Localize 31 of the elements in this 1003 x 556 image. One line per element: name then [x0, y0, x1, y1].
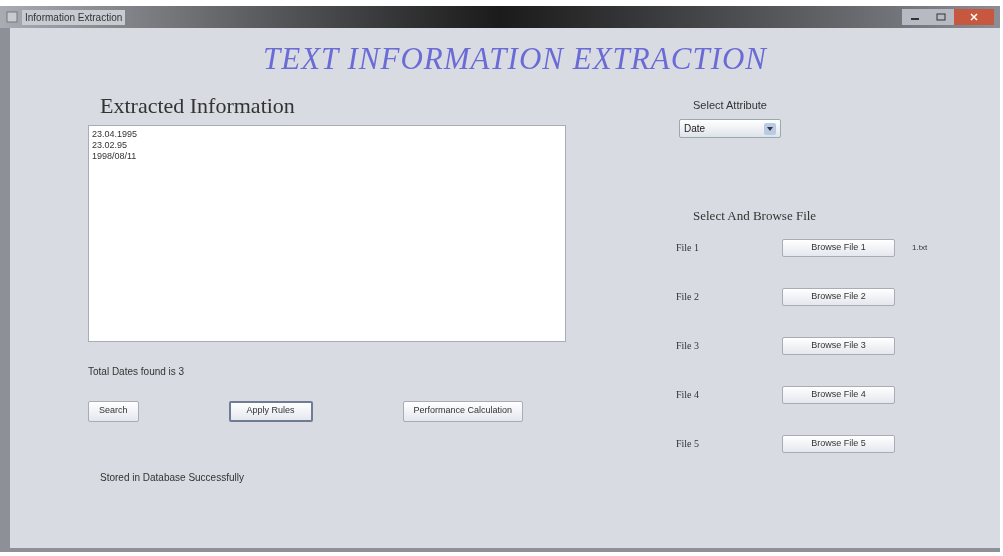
browse-button[interactable]: Browse File 5: [782, 434, 895, 453]
action-button[interactable]: Search: [88, 400, 139, 422]
result-line: 1998/08/11: [92, 150, 138, 162]
action-button[interactable]: Apply Rules: [228, 400, 313, 422]
browse-button[interactable]: Browse File 3: [782, 336, 895, 355]
minimize-button[interactable]: [902, 9, 928, 25]
browse-button[interactable]: Browse File 1: [782, 238, 895, 257]
close-icon: [969, 13, 979, 21]
attribute-label: Select Attribute: [693, 97, 767, 113]
section-heading: Select And Browse File: [693, 207, 818, 225]
window-title: Information Extraction: [22, 9, 126, 25]
section-heading: Extracted Information: [99, 92, 296, 119]
app-heading: TEXT INFORMATION EXTRACTION: [262, 40, 768, 78]
file-label: File 1: [676, 241, 701, 255]
result-line: 23.02.95: [92, 139, 129, 151]
close-button[interactable]: [954, 9, 994, 25]
action-button[interactable]: Performance Calculation: [402, 400, 524, 422]
status-message: Stored in Database Successfully: [100, 470, 245, 485]
file-label: File 4: [676, 388, 701, 402]
file-label: File 3: [676, 339, 701, 353]
total-count: Total Dates found is 3: [88, 364, 186, 379]
maximize-icon: [936, 13, 946, 21]
dropdown-value: Date: [684, 122, 706, 136]
file-name: 1.txt: [912, 241, 928, 254]
browse-button[interactable]: Browse File 4: [782, 385, 895, 404]
result-line: 23.04.1995: [92, 128, 139, 140]
browse-button[interactable]: Browse File 2: [782, 287, 895, 306]
attribute-dropdown[interactable]: Date: [679, 119, 781, 138]
file-label: File 2: [676, 290, 701, 304]
file-label: File 5: [676, 437, 701, 451]
window-icon: [6, 11, 18, 23]
